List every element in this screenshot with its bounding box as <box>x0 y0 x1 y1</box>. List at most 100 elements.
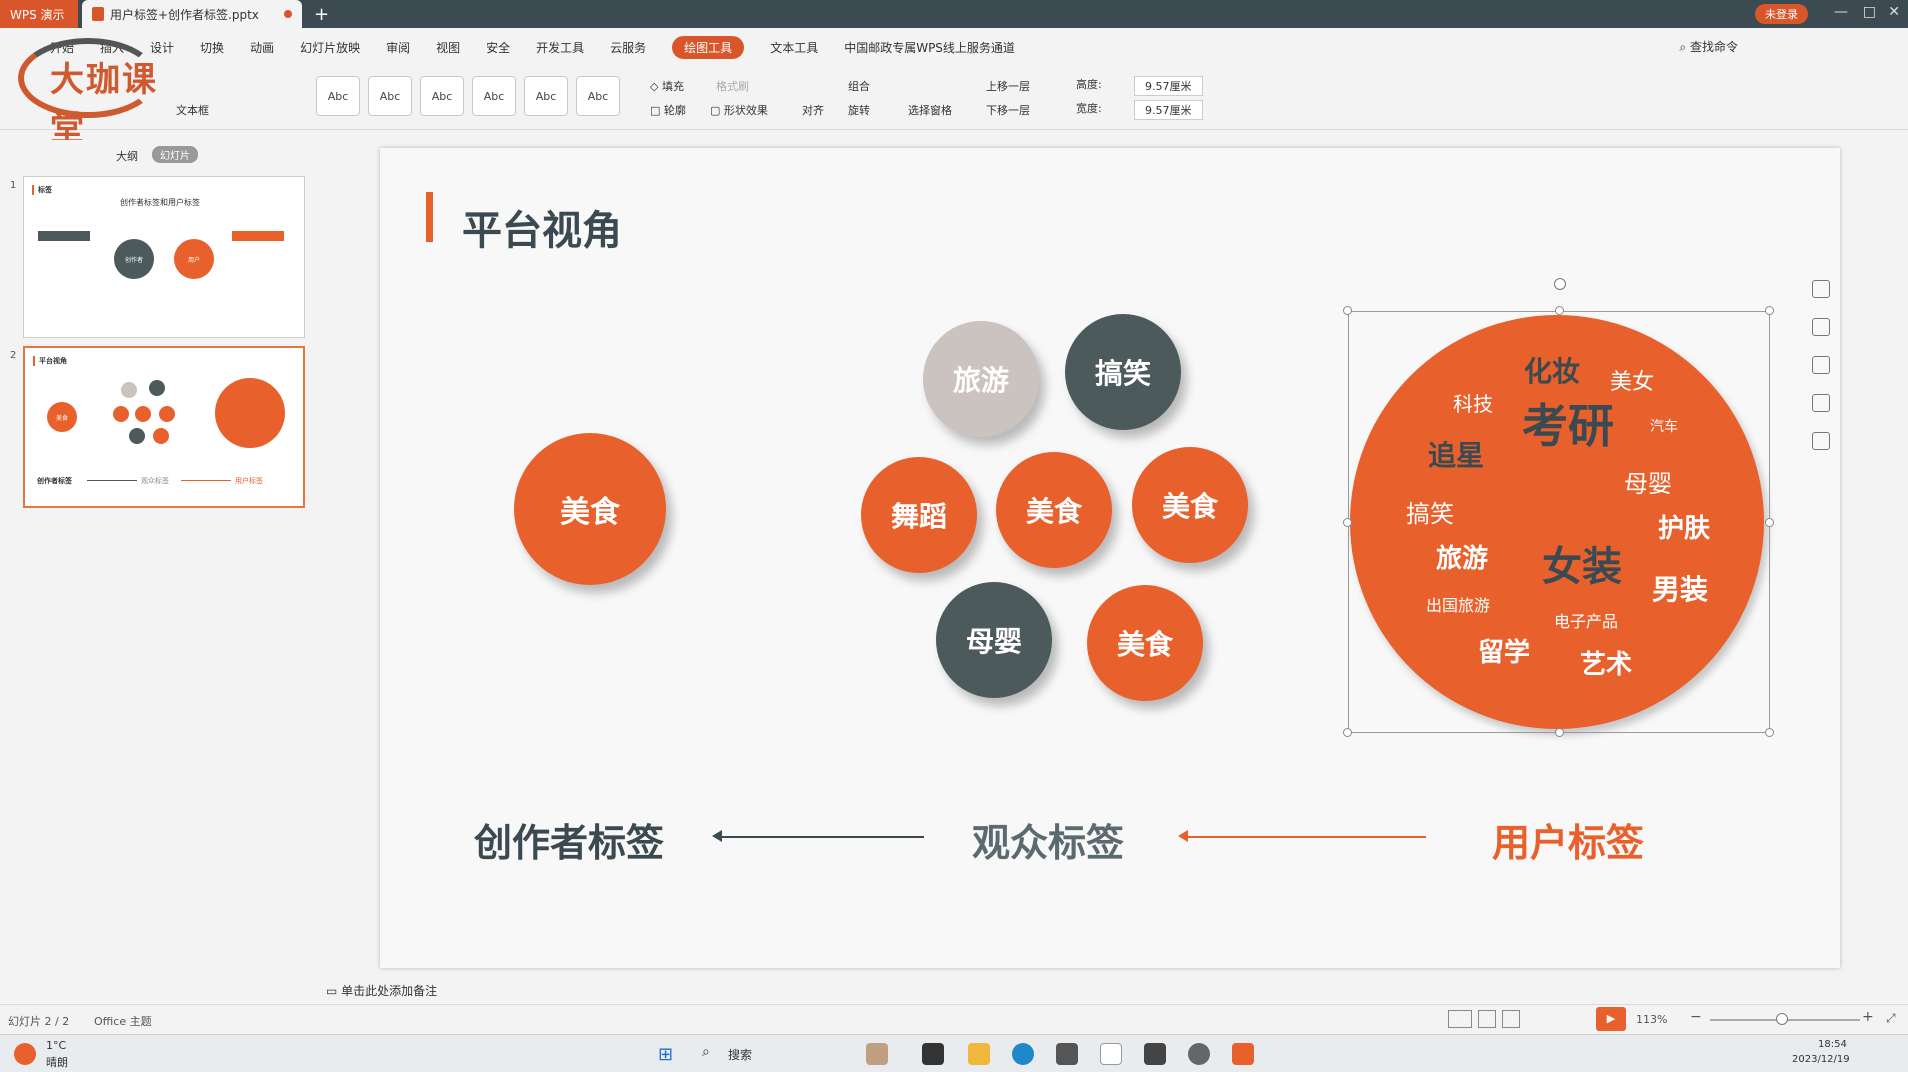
tab-slides[interactable]: 幻灯片 <box>152 146 198 163</box>
slide-sorter-icon[interactable] <box>1478 1010 1496 1028</box>
menu-13[interactable]: 文本工具 <box>770 39 818 56</box>
shape-style-4[interactable]: Abc <box>472 76 516 116</box>
reading-view-icon[interactable] <box>1502 1010 1520 1028</box>
zoom-out-icon[interactable]: − <box>1690 1009 1702 1025</box>
menu-7[interactable]: 审阅 <box>386 39 410 56</box>
resize-handle[interactable] <box>1343 728 1352 737</box>
outline-button[interactable]: □ 轮廓 <box>650 102 686 118</box>
slide-canvas[interactable]: 平台视角 美食 旅游 搞笑 舞蹈 美食 美食 母婴 美食 化妆 美女 科技 考研 汽车 追星 母婴 搞笑护… <box>380 148 1840 968</box>
fit-window-icon[interactable]: ⤢ <box>1886 1011 1896 1026</box>
creator-label[interactable]: 创作者标签 <box>474 812 664 867</box>
menu-8[interactable]: 视图 <box>436 39 460 56</box>
normal-view-icon[interactable] <box>1448 1010 1472 1028</box>
new-tab-button[interactable]: + <box>314 4 329 25</box>
copy-icon[interactable] <box>1812 432 1830 450</box>
zoom-in-icon[interactable]: + <box>1862 1009 1874 1025</box>
tag-bubble[interactable]: 美食 <box>996 452 1112 568</box>
widget-icon[interactable] <box>866 1043 888 1065</box>
thumb2-dot <box>135 406 151 422</box>
resize-handle[interactable] <box>1555 306 1564 315</box>
play-slideshow-button[interactable]: ▶ <box>1596 1007 1626 1031</box>
zoom-slider-thumb[interactable] <box>1776 1013 1788 1025</box>
group-button[interactable]: 组合 <box>848 78 870 94</box>
menu-4[interactable]: 切换 <box>200 39 224 56</box>
send-backward-button[interactable]: 下移一层 <box>986 102 1030 118</box>
app-icon[interactable] <box>1188 1043 1210 1065</box>
store-icon[interactable] <box>1056 1043 1078 1065</box>
shape-style-1[interactable]: Abc <box>316 76 360 116</box>
resize-handle[interactable] <box>1343 306 1352 315</box>
slide-thumbnail-2[interactable]: 平台视角 美食 创作者标签 观众标签 用户标签 <box>23 346 305 508</box>
resize-handle[interactable] <box>1765 728 1774 737</box>
user-label[interactable]: 用户标签 <box>1492 812 1644 867</box>
thumb2-left: 美食 <box>47 402 77 432</box>
menu-10[interactable]: 开发工具 <box>536 39 584 56</box>
menu-12[interactable]: 绘图工具 <box>672 35 745 59</box>
tag-bubble[interactable]: 美食 <box>1087 585 1203 701</box>
layers-icon[interactable] <box>1812 318 1830 336</box>
close-icon[interactable]: ✕ <box>1888 4 1900 20</box>
app-tab[interactable]: WPS 演示 <box>0 0 78 28</box>
thumb2-dot <box>129 428 145 444</box>
thumb2-title: 平台视角 <box>39 357 67 365</box>
menu-14[interactable]: 中国邮政专属WPS线上服务通道 <box>844 39 1015 56</box>
text-editor-icon[interactable] <box>1100 1043 1122 1065</box>
pen-icon[interactable] <box>1812 356 1830 374</box>
shape-style-3[interactable]: Abc <box>420 76 464 116</box>
resize-handle[interactable] <box>1765 518 1774 527</box>
minimize-icon[interactable]: — <box>1834 4 1848 20</box>
tag-bubble[interactable]: 舞蹈 <box>861 457 977 573</box>
file-explorer-icon[interactable] <box>968 1043 990 1065</box>
tag-bubble[interactable]: 美食 <box>1132 447 1248 563</box>
shape-tool-icon[interactable] <box>1812 280 1830 298</box>
slide-thumbnail-1[interactable]: 标签 创作者标签和用户标签 创作者 用户 <box>23 176 305 338</box>
find-command[interactable]: ⌕ 查找命令 <box>1679 38 1738 55</box>
notes-placeholder[interactable]: ▭ 单击此处添加备注 <box>326 982 437 999</box>
width-input[interactable]: 9.57厘米 <box>1134 100 1203 120</box>
menu-6[interactable]: 幻灯片放映 <box>300 39 360 56</box>
logo-text: 大珈课堂 <box>50 60 158 149</box>
selection-pane-button[interactable]: 选择窗格 <box>908 102 952 118</box>
menu-11[interactable]: 云服务 <box>610 39 646 56</box>
notes-text: 单击此处添加备注 <box>341 984 438 998</box>
fill-button[interactable]: ◇ 填充 <box>650 78 684 94</box>
height-label: 高度: <box>1076 78 1102 91</box>
clock-date: 2023/12/19 <box>1792 1054 1850 1065</box>
maximize-icon[interactable]: □ <box>1863 4 1876 20</box>
menu-9[interactable]: 安全 <box>486 39 510 56</box>
slide-title[interactable]: 平台视角 <box>462 198 622 256</box>
start-icon[interactable]: ⊞ <box>658 1044 673 1065</box>
rotate-button[interactable]: 旋转 <box>848 102 870 118</box>
tab-outline[interactable]: 大纲 <box>116 148 138 164</box>
taskbar-search[interactable]: 搜索 <box>728 1046 752 1063</box>
zoom-level[interactable]: 113% <box>1636 1013 1667 1026</box>
task-view-icon[interactable] <box>922 1043 944 1065</box>
shape-style-5[interactable]: Abc <box>524 76 568 116</box>
shape-style-2[interactable]: Abc <box>368 76 412 116</box>
login-button[interactable]: 未登录 <box>1755 4 1808 24</box>
edge-browser-icon[interactable] <box>1012 1043 1034 1065</box>
calculator-icon[interactable] <box>1144 1043 1166 1065</box>
status-bar: 幻灯片 2 / 2 Office 主题 ▶ 113% − + ⤢ <box>0 1004 1908 1034</box>
tag-bubble[interactable]: 旅游 <box>923 321 1039 437</box>
fill-icon[interactable] <box>1812 394 1830 412</box>
left-bubble[interactable]: 美食 <box>514 433 666 585</box>
tag-bubble[interactable]: 母婴 <box>936 582 1052 698</box>
resize-handle[interactable] <box>1555 728 1564 737</box>
rotate-handle-icon[interactable] <box>1554 278 1566 290</box>
bring-forward-button[interactable]: 上移一层 <box>986 78 1030 94</box>
shape-style-6[interactable]: Abc <box>576 76 620 116</box>
clock-time: 18:54 <box>1818 1039 1847 1050</box>
resize-handle[interactable] <box>1343 518 1352 527</box>
shape-effect-button[interactable]: ▢ 形状效果 <box>710 102 768 118</box>
tag-bubble[interactable]: 搞笑 <box>1065 314 1181 430</box>
wps-presentation-icon[interactable] <box>1232 1043 1254 1065</box>
align-button[interactable]: 对齐 <box>802 102 824 118</box>
format-painter-button[interactable]: 格式刷 <box>716 78 749 94</box>
search-icon[interactable]: ⌕ <box>702 1044 710 1060</box>
height-input[interactable]: 9.57厘米 <box>1134 76 1203 96</box>
document-tab[interactable]: 用户标签+创作者标签.pptx <box>82 0 302 28</box>
resize-handle[interactable] <box>1765 306 1774 315</box>
menu-5[interactable]: 动画 <box>250 39 274 56</box>
audience-label[interactable]: 观众标签 <box>972 812 1124 867</box>
